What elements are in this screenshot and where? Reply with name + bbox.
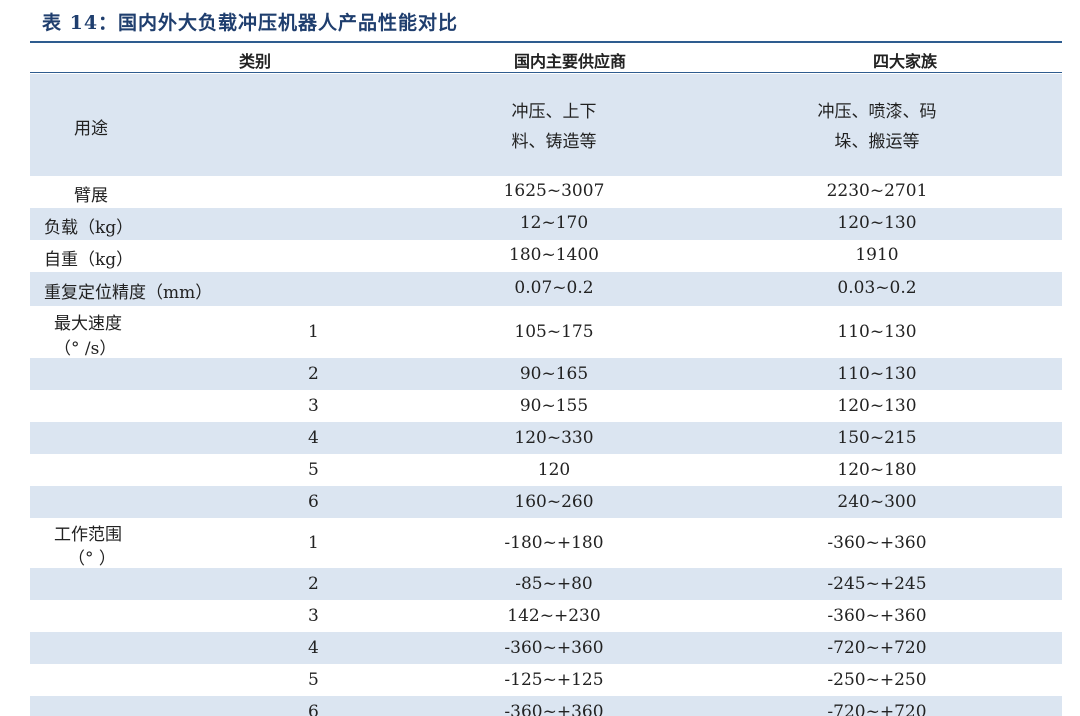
cell-international: 240~300 [837, 492, 917, 512]
axis-number: 4 [308, 638, 319, 658]
cell-domestic: -360~+360 [504, 638, 604, 658]
cell-international: 110~130 [837, 322, 917, 342]
cell-international: 0.03~0.2 [837, 278, 917, 298]
cell-international: -245~+245 [827, 574, 927, 594]
table-title: 表 14：国内外大负载冲压机器人产品性能对比 [42, 12, 459, 34]
table-row: 重复定位精度（mm） 0.07~0.2 0.03~0.2 [30, 272, 1062, 306]
cell-domestic: 142~+230 [507, 606, 601, 626]
table-row: 2 90~165 110~130 [30, 358, 1062, 390]
cell-international: 110~130 [837, 364, 917, 384]
table-row: 负载（kg） 12~170 120~130 [30, 208, 1062, 240]
axis-number: 5 [308, 460, 319, 480]
axis-number: 4 [308, 428, 319, 448]
table-row: 5 120 120~180 [30, 454, 1062, 486]
cell-domestic: 1625~3007 [503, 181, 605, 201]
usage-domestic-line1: 冲压、上下 [511, 102, 597, 122]
speed-label-line1: 最大速度 [54, 314, 122, 334]
range-label-line2: （° ） [68, 549, 116, 569]
cell-domestic: 90~165 [519, 364, 589, 384]
axis-number: 2 [308, 574, 319, 594]
table-row: 4 120~330 150~215 [30, 422, 1062, 454]
cell-domestic: -85~+80 [515, 574, 593, 594]
table-row: 自重（kg） 180~1400 1910 [30, 240, 1062, 272]
axis-number: 3 [308, 606, 319, 626]
cell-international: -360~+360 [827, 606, 927, 626]
axis-number: 3 [308, 396, 319, 416]
usage-domestic: 冲压、上下 料、铸造等 [454, 97, 654, 157]
axis-number: 2 [308, 364, 319, 384]
usage-international: 冲压、喷漆、码 垛、搬运等 [774, 97, 980, 157]
table-row: 3 142~+230 -360~+360 [30, 600, 1062, 632]
cell-domestic: 0.07~0.2 [514, 278, 594, 298]
cell-international: 120~180 [837, 460, 917, 480]
table-row: 6 -360~+360 -720~+720 [30, 696, 1062, 716]
table-row-usage: 用途 冲压、上下 料、铸造等 冲压、喷漆、码 垛、搬运等 [30, 74, 1062, 176]
axis-number: 6 [308, 702, 319, 716]
axis-number: 1 [308, 322, 319, 342]
table-row: 4 -360~+360 -720~+720 [30, 632, 1062, 664]
cell-international: 150~215 [837, 428, 917, 448]
usage-intl-line2: 垛、搬运等 [834, 132, 920, 152]
speed-label-line2: （° /s） [54, 339, 117, 359]
table-row: 6 160~260 240~300 [30, 486, 1062, 518]
table-row: 2 -85~+80 -245~+245 [30, 568, 1062, 600]
row-label-usage: 用途 [74, 119, 108, 139]
axis-number: 5 [308, 670, 319, 690]
header-international: 四大家族 [872, 52, 937, 71]
table-header: 类别 国内主要供应商 四大家族 [30, 43, 1062, 72]
cell-domestic: 120~330 [514, 428, 594, 448]
row-label: 臂展 [74, 186, 108, 206]
table-row: 3 90~155 120~130 [30, 390, 1062, 422]
cell-international: -250~+250 [827, 670, 927, 690]
cell-domestic: 120 [537, 460, 571, 480]
cell-domestic: 90~155 [519, 396, 589, 416]
cell-domestic: 105~175 [514, 322, 594, 342]
cell-domestic: -180~+180 [504, 533, 604, 553]
cell-domestic: 12~170 [519, 213, 589, 233]
table-row-range: 工作范围 （° ） 1 -180~+180 -360~+360 [30, 518, 1062, 569]
header-category: 类别 [238, 52, 271, 71]
table-row: 臂展 1625~3007 2230~2701 [30, 176, 1062, 208]
cell-domestic: 160~260 [514, 492, 594, 512]
header-domestic: 国内主要供应商 [513, 52, 626, 71]
usage-domestic-line2: 料、铸造等 [511, 132, 597, 152]
table-row: 5 -125~+125 -250~+250 [30, 664, 1062, 696]
cell-international: 120~130 [837, 213, 917, 233]
cell-domestic: -125~+125 [504, 670, 604, 690]
row-label: 自重（kg） [44, 250, 134, 270]
axis-number: 6 [308, 492, 319, 512]
cell-international: 120~130 [837, 396, 917, 416]
cell-international: -720~+720 [827, 702, 927, 716]
header-rule [30, 72, 1062, 73]
table-row-speed: 最大速度 （° /s） 1 105~175 110~130 [30, 306, 1062, 359]
row-label: 负载（kg） [44, 218, 134, 238]
cell-domestic: -360~+360 [504, 702, 604, 716]
range-label-line1: 工作范围 [54, 525, 122, 545]
row-label: 重复定位精度（mm） [44, 283, 213, 303]
cell-international: -720~+720 [827, 638, 927, 658]
cell-international: 2230~2701 [826, 181, 928, 201]
cell-international: -360~+360 [827, 533, 927, 553]
cell-domestic: 180~1400 [509, 245, 599, 265]
usage-intl-line1: 冲压、喷漆、码 [817, 102, 937, 122]
cell-international: 1910 [855, 245, 899, 265]
axis-number: 1 [308, 533, 319, 553]
